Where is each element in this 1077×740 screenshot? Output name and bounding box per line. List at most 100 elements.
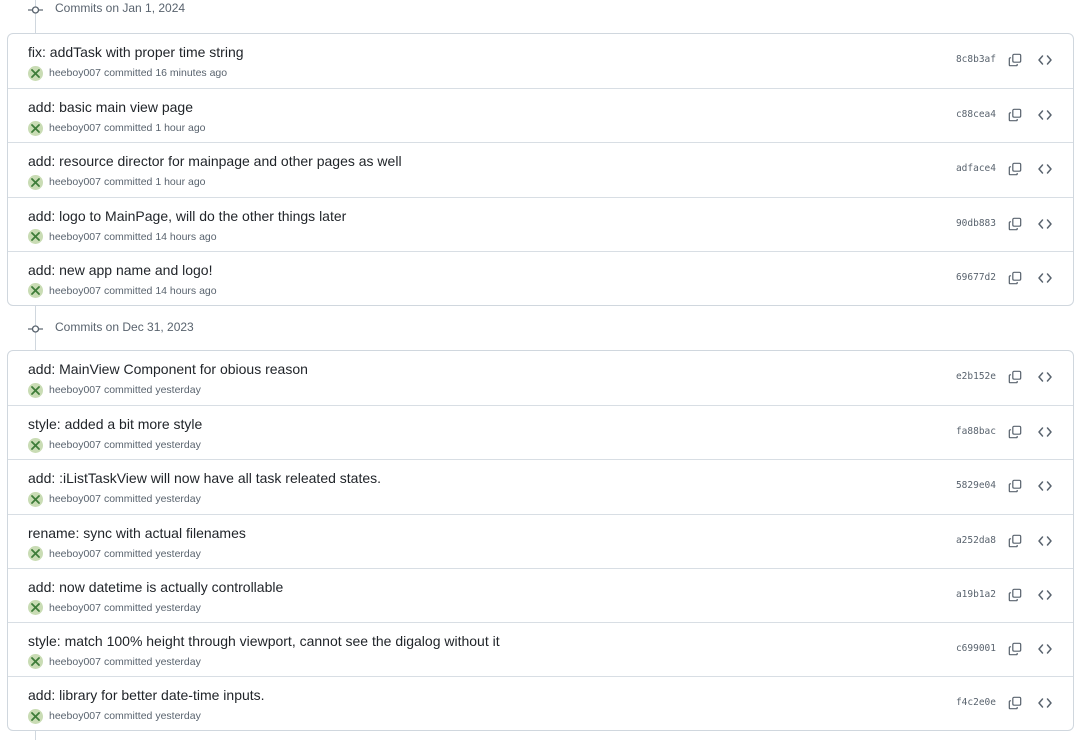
commit-message-link[interactable]: add: library for better date-time inputs… <box>28 687 265 703</box>
commit-sha-link[interactable]: 69677d2 <box>956 272 996 283</box>
code-browse-icon[interactable] <box>1036 694 1054 712</box>
commit-time: committed 1 hour ago <box>103 122 206 135</box>
commit-message-link[interactable]: add: :iListTaskView will now have all ta… <box>28 470 381 486</box>
commit-author-link[interactable]: heeboy007 <box>49 176 101 188</box>
commit-message-link[interactable]: style: added a bit more style <box>28 416 202 432</box>
commit-meta: heeboy007 committed yesterday <box>28 708 201 724</box>
commit-message-link[interactable]: add: now datetime is actually controllab… <box>28 579 283 595</box>
avatar-x-icon[interactable] <box>28 65 43 81</box>
commit-time: committed yesterday <box>103 384 201 396</box>
git-commit-icon <box>28 3 43 15</box>
copy-icon[interactable] <box>1006 694 1024 712</box>
commit-time: committed 14 hours ago <box>103 230 217 243</box>
commit-row: fix: addTask with proper time string hee… <box>8 34 1073 88</box>
commit-meta: heeboy007 committed 14 hours ago <box>28 229 217 245</box>
commit-row: add: new app name and logo! heeboy007 co… <box>8 250 1073 305</box>
code-browse-icon[interactable] <box>1036 586 1054 604</box>
commit-sha-link[interactable]: 8c8b3af <box>956 54 996 65</box>
commit-sha-link[interactable]: e2b152e <box>956 371 996 382</box>
commit-meta: heeboy007 committed yesterday <box>28 546 201 562</box>
commit-author-link[interactable]: heeboy007 <box>49 231 101 243</box>
avatar-x-icon[interactable] <box>28 174 43 190</box>
code-browse-icon[interactable] <box>1036 423 1054 441</box>
commit-row: add: now datetime is actually controllab… <box>8 567 1073 622</box>
commit-author-link[interactable]: heeboy007 <box>49 656 101 668</box>
avatar-x-icon[interactable] <box>28 654 43 670</box>
commit-list: add: MainView Component for obious reaso… <box>7 350 1074 732</box>
timeline-line <box>35 730 36 740</box>
commit-author-link[interactable]: heeboy007 <box>49 602 101 614</box>
commit-sha-link[interactable]: c88cea4 <box>956 109 996 120</box>
avatar-x-icon[interactable] <box>28 229 43 245</box>
commit-author-link[interactable]: heeboy007 <box>49 285 101 297</box>
avatar-x-icon[interactable] <box>28 546 43 562</box>
commit-author-link[interactable]: heeboy007 <box>49 548 101 560</box>
commit-message-link[interactable]: add: basic main view page <box>28 99 193 115</box>
commit-row: style: match 100% height through viewpor… <box>8 621 1073 676</box>
commit-list: fix: addTask with proper time string hee… <box>7 33 1074 306</box>
commit-message-link[interactable]: rename: sync with actual filenames <box>28 525 246 541</box>
commit-sha-link[interactable]: fa88bac <box>956 426 996 437</box>
commit-group-title: Commits on Jan 1, 2024 <box>55 1 186 15</box>
commit-time: committed 14 hours ago <box>103 284 217 297</box>
avatar-x-icon[interactable] <box>28 708 43 724</box>
copy-icon[interactable] <box>1006 640 1024 658</box>
copy-icon[interactable] <box>1006 586 1024 604</box>
avatar-x-icon[interactable] <box>28 600 43 616</box>
commit-message-link[interactable]: style: match 100% height through viewpor… <box>28 633 500 649</box>
commit-meta: heeboy007 committed 16 minutes ago <box>28 65 227 81</box>
commit-sha-link[interactable]: a252da8 <box>956 535 996 546</box>
code-browse-icon[interactable] <box>1036 532 1054 550</box>
commit-sha-link[interactable]: f4c2e0e <box>956 697 996 708</box>
commit-author-link[interactable]: heeboy007 <box>49 710 101 722</box>
code-browse-icon[interactable] <box>1036 269 1054 287</box>
copy-icon[interactable] <box>1006 215 1024 233</box>
commit-message-link[interactable]: add: new app name and logo! <box>28 262 212 278</box>
commit-author-link[interactable]: heeboy007 <box>49 439 101 451</box>
code-browse-icon[interactable] <box>1036 368 1054 386</box>
avatar-x-icon[interactable] <box>28 120 43 136</box>
commit-meta: heeboy007 committed 1 hour ago <box>28 174 206 190</box>
commit-sha-link[interactable]: 90db883 <box>956 218 996 229</box>
commit-sha-link[interactable]: a19b1a2 <box>956 589 996 600</box>
avatar-x-icon[interactable] <box>28 283 43 299</box>
copy-icon[interactable] <box>1006 106 1024 124</box>
copy-icon[interactable] <box>1006 51 1024 69</box>
avatar-x-icon[interactable] <box>28 437 43 453</box>
commit-author-link[interactable]: heeboy007 <box>49 67 101 79</box>
copy-icon[interactable] <box>1006 477 1024 495</box>
commit-history: Commits on Jan 1, 2024 fix: addTask with… <box>0 0 1077 740</box>
code-browse-icon[interactable] <box>1036 51 1054 69</box>
git-commit-icon <box>28 322 43 334</box>
commit-sha-link[interactable]: c699001 <box>956 643 996 654</box>
copy-icon[interactable] <box>1006 269 1024 287</box>
code-browse-icon[interactable] <box>1036 477 1054 495</box>
copy-icon[interactable] <box>1006 160 1024 178</box>
code-browse-icon[interactable] <box>1036 160 1054 178</box>
avatar-x-icon[interactable] <box>28 491 43 507</box>
copy-icon[interactable] <box>1006 423 1024 441</box>
avatar-x-icon[interactable] <box>28 382 43 398</box>
commit-author-link[interactable]: heeboy007 <box>49 384 101 396</box>
commit-time: committed yesterday <box>103 655 201 668</box>
commit-meta: heeboy007 committed yesterday <box>28 654 201 670</box>
code-browse-icon[interactable] <box>1036 106 1054 124</box>
commit-message-link[interactable]: fix: addTask with proper time string <box>28 44 244 60</box>
code-browse-icon[interactable] <box>1036 640 1054 658</box>
commit-message-link[interactable]: add: MainView Component for obious reaso… <box>28 361 308 377</box>
commit-time: committed yesterday <box>103 601 201 614</box>
commit-row: add: :iListTaskView will now have all ta… <box>8 459 1073 513</box>
commit-sha-link[interactable]: adface4 <box>956 163 996 174</box>
commit-sha-link[interactable]: 5829e04 <box>956 480 996 491</box>
commit-row: add: logo to MainPage, will do the other… <box>8 196 1073 251</box>
copy-icon[interactable] <box>1006 532 1024 550</box>
copy-icon[interactable] <box>1006 368 1024 386</box>
commit-author-link[interactable]: heeboy007 <box>49 493 101 505</box>
commit-author-link[interactable]: heeboy007 <box>49 122 101 134</box>
commit-message-link[interactable]: add: logo to MainPage, will do the other… <box>28 208 346 224</box>
commit-row: rename: sync with actual filenames heebo… <box>8 513 1073 568</box>
commit-meta: heeboy007 committed yesterday <box>28 491 201 507</box>
commit-message-link[interactable]: add: resource director for mainpage and … <box>28 153 402 169</box>
code-browse-icon[interactable] <box>1036 215 1054 233</box>
commit-row: add: MainView Component for obious reaso… <box>8 351 1073 405</box>
